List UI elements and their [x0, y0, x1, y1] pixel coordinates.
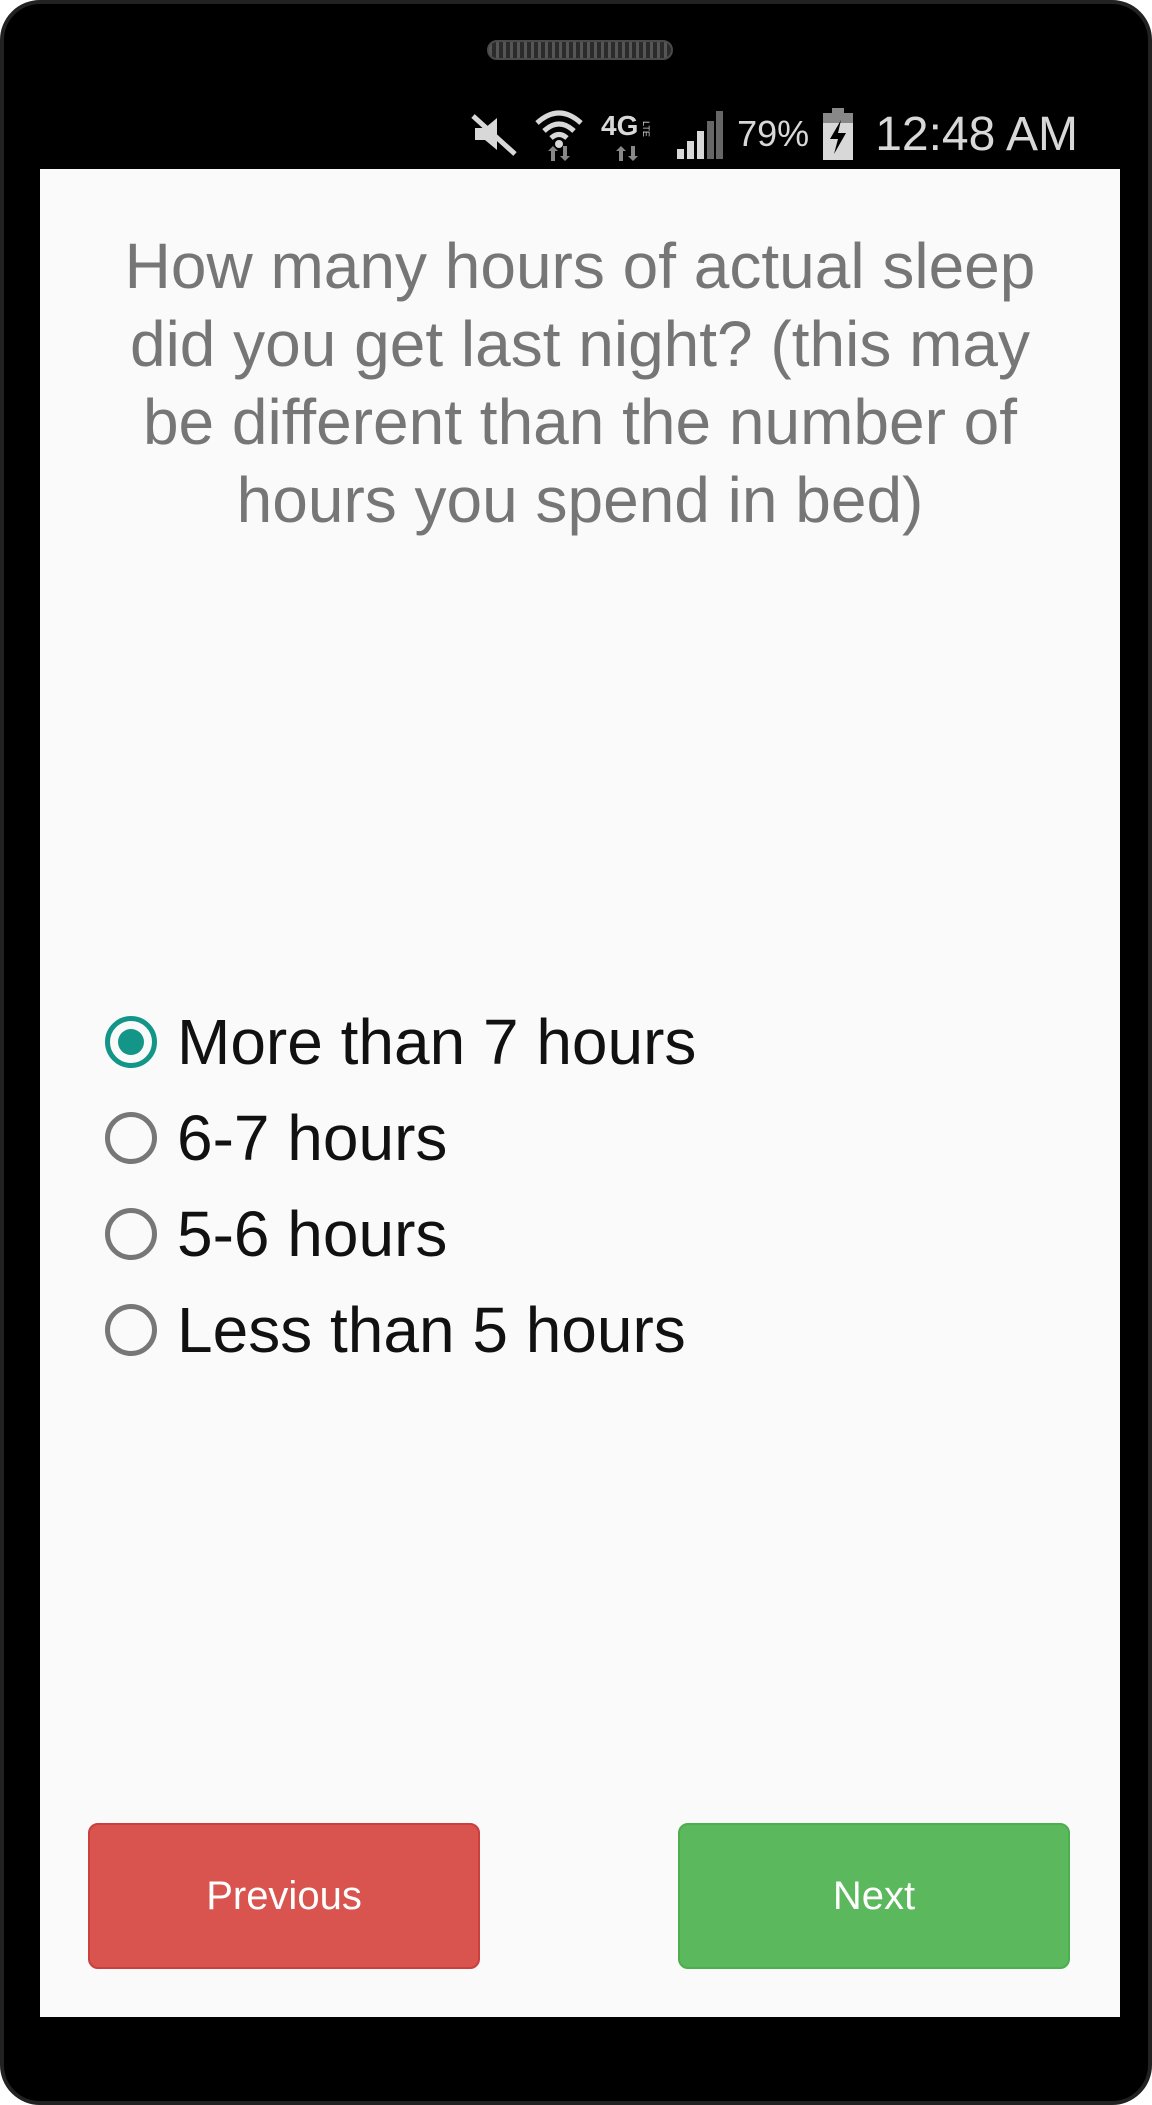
option-more-than-7-hours[interactable]: More than 7 hours [105, 994, 1005, 1090]
option-label[interactable]: 6-7 hours [177, 1101, 447, 1175]
answer-radio-group: More than 7 hours 6-7 hours 5-6 hours Le… [105, 994, 1005, 1378]
option-label[interactable]: 5-6 hours [177, 1197, 447, 1271]
signal-icon [675, 109, 724, 159]
option-label[interactable]: More than 7 hours [177, 1005, 696, 1079]
radio-button-selected[interactable] [105, 1016, 157, 1068]
mute-icon [469, 110, 519, 158]
app-screen: How many hours of actual sleep did you g… [40, 169, 1120, 2017]
svg-text:LTE: LTE [641, 121, 651, 137]
survey-question: How many hours of actual sleep did you g… [124, 230, 1036, 536]
option-label[interactable]: Less than 5 hours [177, 1293, 686, 1367]
option-6-7-hours[interactable]: 6-7 hours [105, 1090, 1005, 1186]
clock: 12:48 AM [875, 107, 1078, 161]
option-less-than-5-hours[interactable]: Less than 5 hours [105, 1282, 1005, 1378]
speaker-grille [487, 40, 673, 60]
radio-button[interactable] [105, 1112, 157, 1164]
status-bar: 4G LTE 79% 12:48 AM [469, 99, 1078, 169]
radio-button[interactable] [105, 1208, 157, 1260]
next-button-label: Next [832, 1873, 916, 1918]
previous-button[interactable]: Previous [88, 1823, 480, 1969]
option-5-6-hours[interactable]: 5-6 hours [105, 1186, 1005, 1282]
radio-button[interactable] [105, 1304, 157, 1356]
4g-lte-icon: 4G LTE [599, 107, 661, 161]
previous-button-label: Previous [206, 1873, 362, 1918]
phone-frame: 4G LTE 79% 12:48 AM How many hours of ac… [0, 0, 1152, 2105]
wifi-icon [533, 107, 585, 161]
battery-percent: 79% [737, 113, 810, 154]
network-label: 4G [601, 110, 638, 141]
battery-charging-icon [823, 108, 854, 160]
next-button[interactable]: Next [678, 1823, 1070, 1969]
